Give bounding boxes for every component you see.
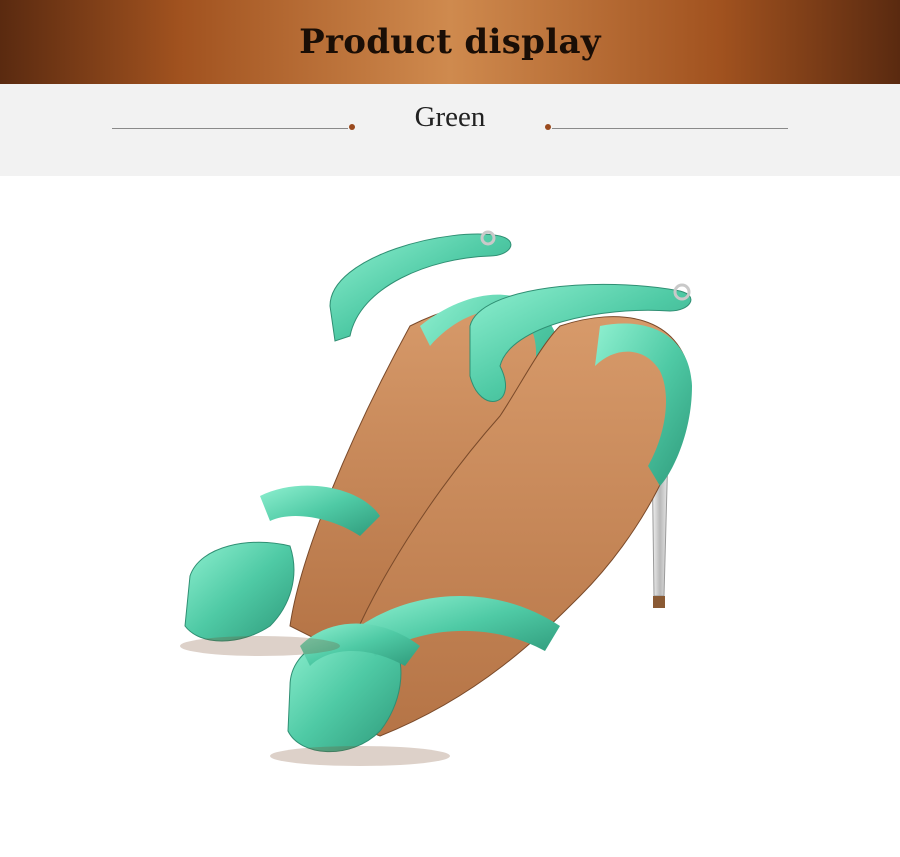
sole-shadow — [180, 636, 340, 656]
divider-dot-right — [545, 124, 551, 130]
product-photo — [0, 176, 900, 853]
sandals-illustration — [180, 230, 692, 766]
color-label: Green — [414, 101, 486, 133]
header-banner: Product display — [0, 0, 900, 84]
divider-right — [552, 128, 788, 129]
page-title: Product display — [299, 22, 601, 62]
sole-shadow — [270, 746, 450, 766]
